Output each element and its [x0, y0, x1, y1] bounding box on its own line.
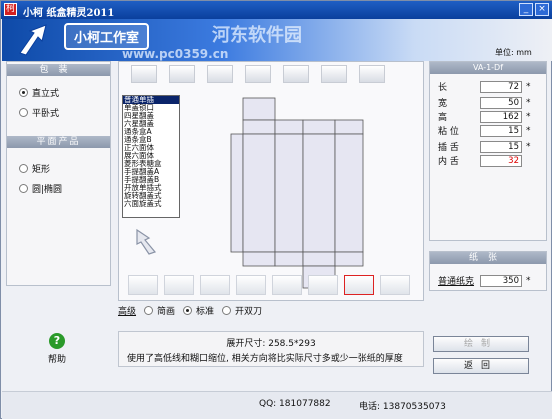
info-note-text: 使用了高低线和糊口缩位, 相关方向将比实际尺寸多或少一张纸的厚度 — [127, 354, 403, 364]
box-variant-toolbar — [118, 273, 424, 299]
flat-option-rectangle[interactable]: 矩形 — [19, 162, 50, 175]
radio-icon — [144, 306, 154, 315]
radio-icon — [222, 306, 232, 315]
box-dieline-preview — [230, 97, 364, 289]
box-variant-thumb[interactable] — [200, 275, 230, 295]
design-canvas-panel: 普通单插 单盖锁口 四星翻盖 六星翻盖 通条盒A 通条盒B 正六面体 展六面体 菱形表糖盒 手提翻… — [118, 61, 424, 301]
radio-icon — [19, 184, 28, 193]
level-option-standard[interactable]: 标准 — [183, 304, 214, 317]
spec-label: 长 — [438, 83, 448, 93]
spec-row: 粘 位 15 * — [438, 124, 546, 137]
level-label: 高级 — [118, 307, 137, 317]
back-button[interactable]: 返回 — [433, 358, 529, 374]
required-mark: * — [526, 81, 531, 92]
box-style-thumb[interactable] — [359, 65, 385, 83]
footer-qq: QQ: 181077882 — [259, 399, 331, 409]
unfold-size-text: 展开尺寸: 258.5*293 — [226, 339, 316, 349]
flat-option-ellipse[interactable]: 圆|椭圆 — [19, 182, 62, 195]
spec-value-field[interactable]: 32 — [480, 154, 522, 167]
app-name: 小柯工作室 — [64, 23, 150, 50]
paper-weight-field[interactable]: 350 — [480, 274, 522, 287]
box-style-thumb[interactable] — [207, 65, 233, 83]
box-variant-thumb-selected[interactable] — [344, 275, 374, 295]
box-style-thumb[interactable] — [131, 65, 157, 83]
spec-value-field[interactable]: 72 — [480, 80, 522, 93]
info-box: 展开尺寸: 258.5*293 使用了高低线和糊口缩位, 相关方向将比实际尺寸多… — [118, 331, 424, 367]
box-style-thumb[interactable] — [321, 65, 347, 83]
spec-row: 插 舌 15 * — [438, 140, 546, 153]
spec-value-field[interactable]: 50 — [480, 96, 522, 109]
level-option-double-knife[interactable]: 开双刀 — [222, 304, 262, 317]
paper-weight-label: 普通纸克 — [438, 277, 475, 287]
packaging-option-upright[interactable]: 直立式 — [19, 86, 59, 99]
header-banner: 小柯工作室 河东软件园 www.pc0359.cn — [2, 19, 552, 61]
box-style-toolbar — [119, 62, 423, 86]
help-label: 帮助 — [48, 355, 67, 365]
spec-row: 宽 50 * — [438, 96, 546, 109]
box-variant-thumb[interactable] — [128, 275, 158, 295]
main-window: 柯 小柯 纸盒精灵2011 _ × 小柯工作室 河东软件园 www.pc0359… — [0, 0, 552, 419]
level-options: 高级 简画 标准 开双刀 — [118, 304, 262, 317]
box-style-thumb[interactable] — [283, 65, 309, 83]
box-variant-thumb[interactable] — [380, 275, 410, 295]
paper-panel: 纸张 普通纸克 350 * — [429, 251, 547, 291]
box-type-item[interactable]: 六面旋盖式 — [123, 200, 179, 208]
spec-row: 长 72 * — [438, 80, 546, 93]
box-variant-thumb[interactable] — [236, 275, 266, 295]
flat-product-header: 平面产品 — [7, 136, 110, 148]
left-panel: 包装 直立式 平卧式 平面产品 矩形 圆|椭圆 — [6, 61, 111, 286]
footer: QQ: 181077882 电话: 13870535073 — [2, 391, 552, 419]
watermark-title: 河东软件园 — [212, 25, 302, 46]
help-icon: ? — [49, 333, 65, 349]
required-mark: * — [526, 141, 531, 152]
spec-code: VA-1-Df — [430, 62, 546, 74]
required-mark: * — [526, 97, 531, 108]
title-bar: 柯 小柯 纸盒精灵2011 _ × — [1, 1, 552, 19]
spec-row: 内 舌 32 — [438, 154, 546, 167]
help-button[interactable]: ? 帮助 — [48, 333, 66, 365]
spec-value-field[interactable]: 15 — [480, 140, 522, 153]
paper-weight-row: 普通纸克 350 * — [438, 274, 546, 287]
spec-label: 宽 — [438, 99, 448, 109]
spec-label: 内 舌 — [438, 157, 459, 167]
required-mark: * — [526, 111, 531, 122]
spec-panel: VA-1-Df 长 72 * 宽 50 * 高 162 * 粘 位 15 * 插 舌 15 * 内 舌 32 — [429, 61, 547, 241]
level-option-simple[interactable]: 简画 — [144, 304, 175, 317]
app-logo-icon: 柯 — [4, 3, 17, 16]
box-type-list[interactable]: 普通单插 单盖锁口 四星翻盖 六星翻盖 通条盒A 通条盒B 正六面体 展六面体 菱形表糖盒 手提翻… — [122, 95, 180, 218]
unit-label: 单位: mm — [495, 48, 532, 57]
rotate-arrow-icon[interactable] — [131, 224, 161, 256]
spec-label: 粘 位 — [438, 127, 459, 137]
close-button[interactable]: × — [535, 3, 549, 16]
box-variant-thumb[interactable] — [272, 275, 302, 295]
spec-value-field[interactable]: 15 — [480, 124, 522, 137]
spec-label: 插 舌 — [438, 143, 459, 153]
spec-row: 高 162 * — [438, 110, 546, 123]
box-style-thumb[interactable] — [169, 65, 195, 83]
packaging-header: 包装 — [7, 64, 110, 76]
window-title: 小柯 纸盒精灵2011 — [23, 8, 115, 19]
box-variant-thumb[interactable] — [164, 275, 194, 295]
radio-icon — [183, 306, 193, 315]
required-mark: * — [526, 125, 531, 136]
required-mark: * — [526, 275, 531, 286]
draw-button[interactable]: 绘制 — [433, 336, 529, 352]
box-variant-thumb[interactable] — [308, 275, 338, 295]
spec-value-field[interactable]: 162 — [480, 110, 522, 123]
paper-header: 纸张 — [430, 252, 546, 264]
box-style-thumb[interactable] — [245, 65, 271, 83]
radio-icon — [19, 164, 28, 173]
footer-phone: 电话: 13870535073 — [359, 402, 446, 412]
radio-icon — [19, 108, 28, 117]
logo-arrow-icon — [19, 24, 47, 56]
watermark-url: www.pc0359.cn — [122, 47, 229, 61]
packaging-option-flat[interactable]: 平卧式 — [19, 106, 59, 119]
minimize-button[interactable]: _ — [519, 3, 533, 16]
radio-icon — [19, 88, 28, 97]
spec-label: 高 — [438, 113, 448, 123]
